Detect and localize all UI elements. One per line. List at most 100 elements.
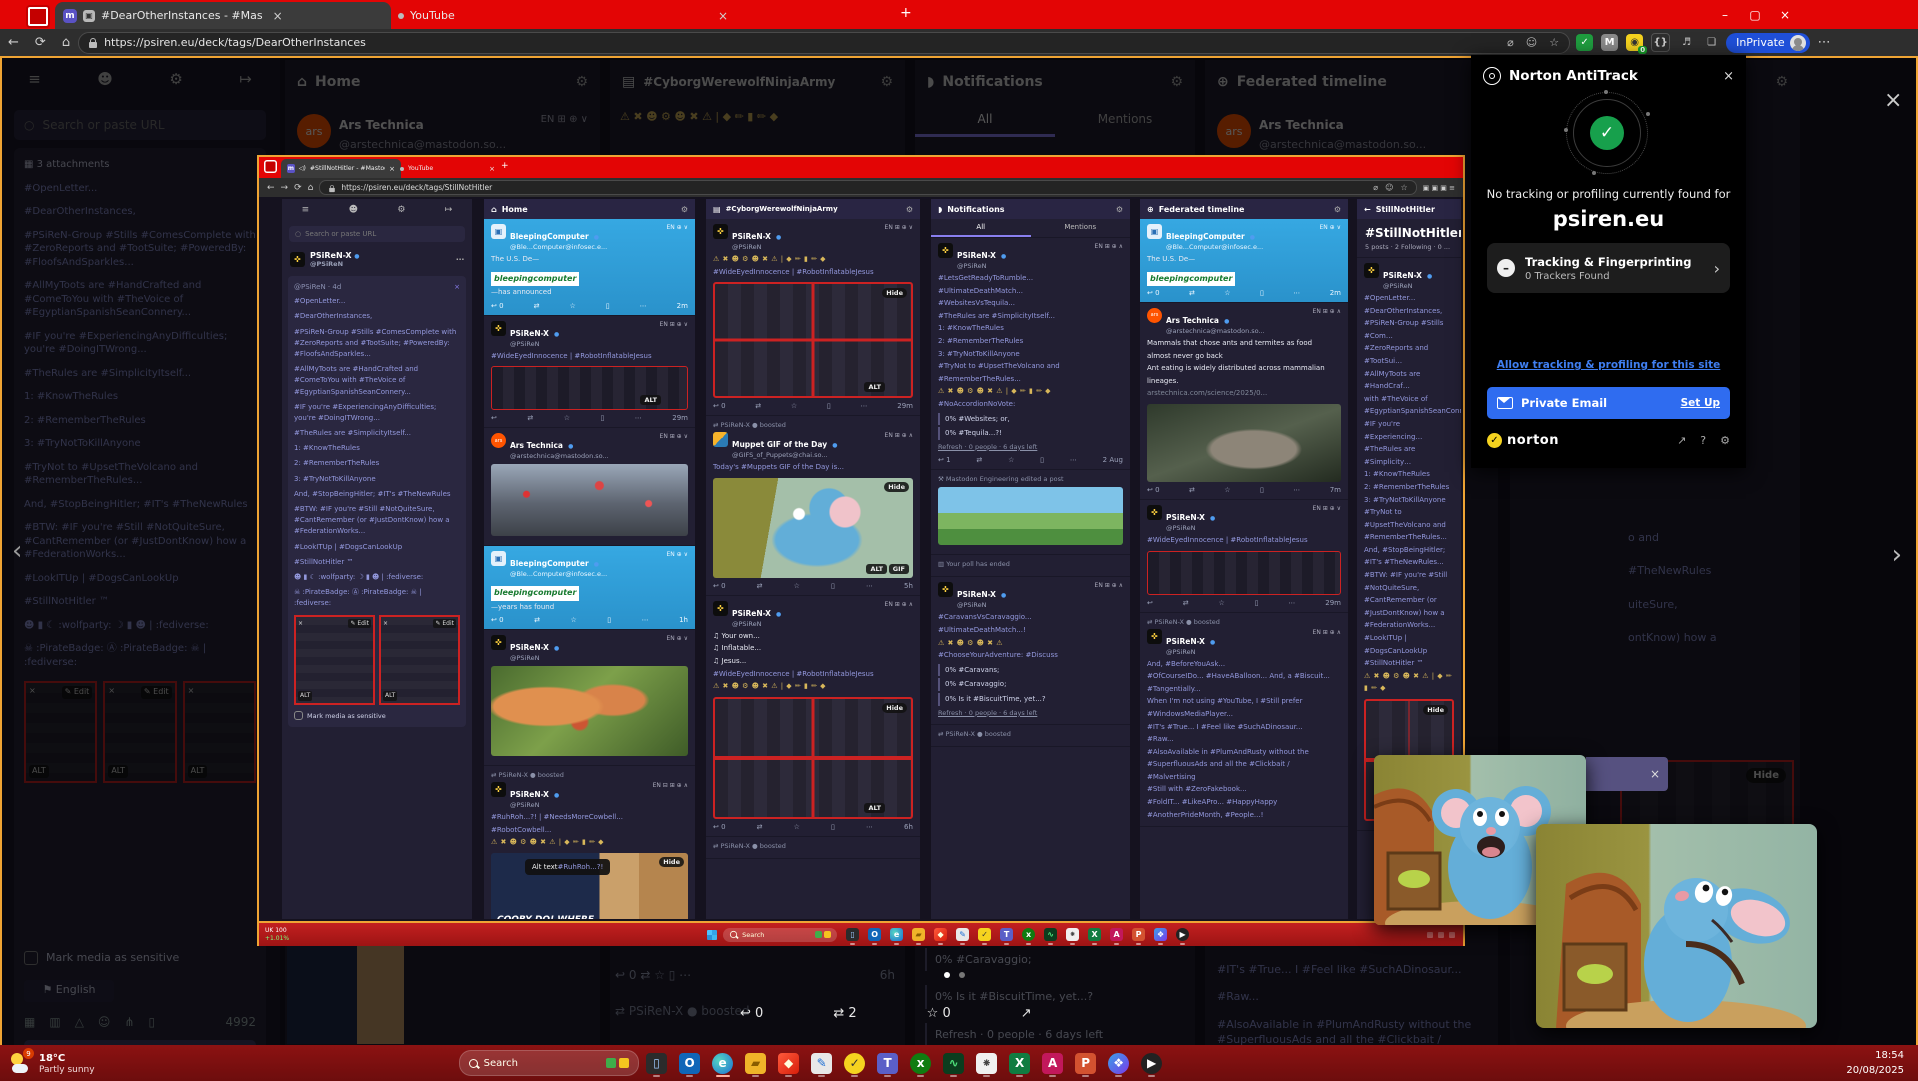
post[interactable]: PSiReN-X ●@PSiReN EN ⊞ ⊕ ∨ #WideEyedInno…: [1140, 500, 1348, 613]
setup-link[interactable]: Set Up: [1681, 397, 1720, 409]
extension-icon[interactable]: {}: [1651, 33, 1671, 52]
hide-button[interactable]: Hide: [659, 856, 684, 867]
compose-tool-icon[interactable]: ▯: [149, 1014, 156, 1030]
tab-close-icon[interactable]: ×: [718, 9, 728, 23]
post[interactable]: PSiReN-X ●@PSiReN EN ⊞ ⊕ ∨ #WideEyedInno…: [484, 316, 695, 429]
back-button[interactable]: ←: [8, 35, 19, 50]
post-actions[interactable]: ↩ 0 ⇄ ☆ ▯ ⋯: [615, 968, 691, 982]
post[interactable]: PSiReN-X ●@PSiReN EN ⊞ ⊕ ∧ #CaravansVsCa…: [931, 577, 1130, 726]
url-text[interactable]: https://psiren.eu/deck/tags/DearOtherIns…: [104, 36, 366, 49]
taskbar-app-icon[interactable]: A: [1038, 1048, 1068, 1078]
compose-tool-icon[interactable]: △: [75, 1014, 84, 1030]
modal-prev-arrow[interactable]: ‹: [12, 536, 22, 566]
post-actions[interactable]: ↩ ⇄ ☆ ▯ ⋯ 29m: [491, 414, 688, 422]
post[interactable]: BleepingComputer ●@Ble...Computer@infose…: [1140, 219, 1348, 303]
post[interactable]: ⇄ PSiReN-X ● boosted PSiReN-X ●@PSiReN E…: [484, 766, 695, 919]
gear-icon[interactable]: ⚙: [575, 74, 588, 90]
extension-icon[interactable]: ♬: [1678, 34, 1695, 51]
taskbar-app-icon[interactable]: ✓: [840, 1048, 870, 1078]
taskbar-app-icon[interactable]: ▰: [741, 1048, 771, 1078]
post-media[interactable]: Hide ALT GIF: [713, 477, 913, 578]
tab-all[interactable]: All: [915, 104, 1055, 137]
home-button[interactable]: ⌂: [62, 35, 70, 50]
alt-badge[interactable]: ALT: [864, 382, 885, 393]
refresh-button[interactable]: ⟳: [35, 35, 46, 50]
post[interactable]: ⇄ PSiReN-X ● boosted ● ↩ ⇄☆▯⋯: [931, 725, 1130, 748]
tab-close-icon[interactable]: ×: [273, 9, 283, 23]
language-button[interactable]: ⚑ English: [24, 979, 114, 1002]
open-external-icon[interactable]: ↗: [1677, 434, 1686, 447]
post-actions[interactable]: ↩ ⇄ ☆ ▯ ⋯ 29m: [1147, 599, 1341, 607]
compose-draft[interactable]: ▦ 3 attachments #OpenLetter... #DearOther…: [14, 148, 266, 1077]
post-media[interactable]: [1147, 550, 1341, 595]
sensitive-checkbox-row[interactable]: Mark media as sensitive: [24, 951, 256, 966]
tracking-prevention-icon[interactable]: ⌀: [1507, 36, 1514, 49]
remove-attachment-icon[interactable]: ×: [29, 686, 36, 697]
taskbar-app-icon[interactable]: T: [873, 1048, 903, 1078]
browser-menu-button[interactable]: ⋯: [1818, 35, 1831, 50]
extension-icon[interactable]: ❏: [1703, 34, 1720, 51]
post[interactable]: Ars Technica ●@arstechnica@mastodon.so..…: [484, 428, 695, 547]
minimize-button[interactable]: –: [1712, 0, 1738, 29]
compose-tool-icon[interactable]: ⋔: [124, 1014, 134, 1030]
alt-badge[interactable]: ALT: [866, 563, 887, 574]
hide-button[interactable]: Hide: [1423, 705, 1448, 715]
modal-close-icon[interactable]: ×: [1884, 88, 1904, 113]
open-original-icon[interactable]: ↗: [1021, 1006, 1032, 1021]
sidebar-nav-icon[interactable]: ☻: [97, 70, 113, 88]
post-actions[interactable]: ↩ 1 ⇄ ☆ ▯ ⋯ 2 Aug: [938, 456, 1123, 464]
close-button[interactable]: ×: [1772, 0, 1798, 29]
post-media[interactable]: Alt text#RuhRoh...?! COOBY DO! WHERE ARE…: [491, 852, 688, 919]
post[interactable]: ⇄ PSiReN-X ● boosted Muppet GIF of the D…: [706, 416, 920, 596]
post-media[interactable]: ALT: [491, 366, 688, 411]
edit-attachment-button[interactable]: ✎ Edit: [61, 686, 93, 699]
taskbar-app-icon[interactable]: ∿: [939, 1048, 969, 1078]
taskbar-search[interactable]: Search: [458, 1050, 639, 1076]
settings-gear-icon[interactable]: ⚙: [1720, 434, 1730, 447]
help-icon[interactable]: ?: [1700, 434, 1706, 447]
post[interactable]: ⇄ PSiReN-X ● boosted ● ↩ ⇄☆▯⋯: [706, 837, 920, 859]
private-email-button[interactable]: Private Email Set Up: [1487, 387, 1730, 419]
boost-action[interactable]: ⇄ 2: [833, 1006, 856, 1021]
sidebar-nav-icon[interactable]: ↦: [239, 70, 252, 88]
taskbar-app-icon[interactable]: ▯: [642, 1048, 672, 1078]
post-actions[interactable]: ↩ 0 ⇄ ☆ ▯ ⋯ 6h: [713, 823, 913, 831]
reply-action[interactable]: ↩ 0: [740, 1006, 763, 1021]
toast-close-icon[interactable]: ×: [1650, 767, 1660, 781]
tab-dearotherinstances[interactable]: m ▣ #DearOtherInstances - #Mas ×: [55, 2, 391, 29]
chevron-right-icon[interactable]: ›: [1714, 259, 1720, 278]
attachment-thumb[interactable]: × ✎ Edit ALT: [103, 681, 177, 783]
gear-icon[interactable]: ⚙: [880, 74, 893, 90]
tab-youtube[interactable]: YouTube ×: [390, 2, 736, 29]
post-media[interactable]: [491, 666, 688, 757]
inprivate-badge[interactable]: InPrivate: [1726, 32, 1810, 53]
maximize-button[interactable]: ▢: [1742, 0, 1768, 29]
weather-widget[interactable]: 9 18°C Partly sunny: [10, 1048, 95, 1075]
compose-tool-icon[interactable]: ☺: [98, 1014, 111, 1030]
post-actions[interactable]: ↩ 0 ⇄ ☆ ▯ ⋯ 2m: [491, 302, 688, 310]
post-media[interactable]: [491, 464, 688, 537]
attachment-thumb[interactable]: × ✎ Edit ALT: [24, 681, 98, 783]
address-bar[interactable]: https://psiren.eu/deck/tags/DearOtherIns…: [78, 31, 1571, 54]
taskbar-app-icon[interactable]: ▶: [1137, 1048, 1167, 1078]
post[interactable]: PSiReN-X ●@PSiReN EN ⊕ ∨ ↩ ⇄☆▯⋯: [484, 630, 695, 767]
post[interactable]: PSiReN-X ●@PSiReN #OpenLetter... #DearOth…: [1357, 258, 1461, 831]
screenshot-image[interactable]: m ◁) #StillNotHitler - #Mastodon × YouTu…: [257, 155, 1465, 946]
gear-icon[interactable]: ⚙: [1775, 74, 1788, 90]
clock[interactable]: 18:54 20/08/2025: [1846, 1048, 1904, 1078]
gear-icon[interactable]: ⚙: [1170, 74, 1183, 90]
post-media[interactable]: [1147, 403, 1341, 482]
tab-mentions[interactable]: Mentions: [1055, 104, 1195, 137]
taskbar-app-icon[interactable]: e: [708, 1048, 738, 1078]
modal-pagination-dots[interactable]: [944, 972, 965, 978]
post-actions[interactable]: ↩ 0 ⇄ ☆ ▯ ⋯ 29m: [713, 402, 913, 410]
taskbar-app-icon[interactable]: P: [1071, 1048, 1101, 1078]
notification-toast[interactable]: ×: [1586, 757, 1668, 791]
post[interactable]: PSiReN-X ●@PSiReN EN ⊞ ⊕ ∧ #LetsGetReady…: [931, 238, 1130, 471]
post[interactable]: PSiReN-X ●@PSiReN EN ⊞ ⊕ ∨ ⚠ ✖ ☻ ⚙ ☻ ✖ ⚠…: [706, 219, 920, 417]
hide-button[interactable]: Hide: [882, 702, 907, 713]
attachment-thumb[interactable]: × ALT: [182, 681, 256, 783]
taskbar-app-icon[interactable]: ❖: [1104, 1048, 1134, 1078]
edit-attachment-button[interactable]: ✎ Edit: [140, 686, 172, 699]
checkbox[interactable]: [24, 951, 38, 966]
